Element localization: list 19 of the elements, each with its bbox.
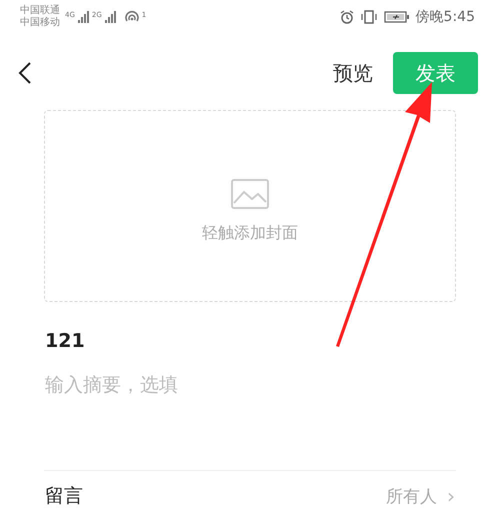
article-title: 121: [45, 330, 86, 352]
signal-icon: [78, 11, 89, 23]
alarm-icon: [340, 10, 354, 24]
battery-icon: [384, 11, 410, 23]
image-icon: [231, 178, 269, 208]
hotspot-icon: [124, 10, 139, 24]
setting-label: 留言: [45, 484, 83, 509]
summary-field[interactable]: 输入摘要，选填: [45, 374, 445, 396]
preview-button[interactable]: 预览: [333, 60, 373, 86]
clock-time: 傍晚5:45: [416, 8, 475, 26]
vibrate-icon: [360, 10, 378, 24]
back-icon: [18, 61, 32, 85]
cover-hint: 轻触添加封面: [202, 222, 298, 244]
signal-icon: [104, 11, 116, 23]
carrier-name: 中国联通: [20, 5, 60, 16]
chevron-icon: ›: [447, 484, 455, 508]
carrier-name: 中国移动: [20, 17, 60, 29]
setting-value[interactable]: 所有人: [386, 484, 437, 508]
publish-button[interactable]: 发表: [393, 52, 478, 94]
